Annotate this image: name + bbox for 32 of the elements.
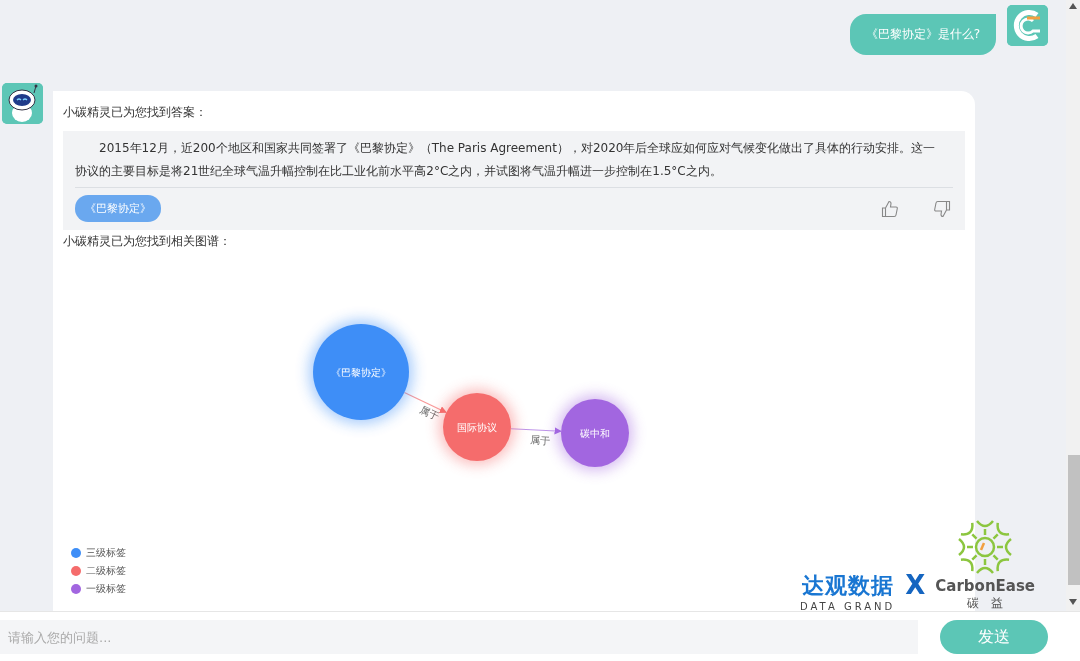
scroll-down-icon[interactable]: [1069, 599, 1077, 605]
partner-logo-subtitle: DATA GRAND: [800, 601, 896, 612]
edge-label: 属于: [529, 434, 551, 447]
brand-logo-subtitle: 碳 益: [967, 595, 1004, 612]
thumbs-up-icon[interactable]: [881, 199, 899, 218]
answer-text: 2015年12月，近200个地区和国家共同签署了《巴黎协定》（The Paris Agreement），对2020年后全球应如何应对气候变化做出了具体的行动安排。这一协议的主要目标是将21世纪全球气温升幅控制在比工业化前水平高2°C之内，并试图将气温升幅进一步控制在1.5°C之内。: [75, 137, 953, 188]
thumbs-down-icon[interactable]: [933, 199, 951, 218]
logo-separator: X: [905, 570, 926, 600]
legend-label[interactable]: 三级标签: [86, 546, 126, 560]
user-avatar: [1007, 5, 1048, 46]
scrollbar-thumb[interactable]: [1068, 455, 1080, 585]
node-label: 《巴黎协定》: [331, 367, 391, 378]
node-label: 国际协议: [457, 422, 497, 433]
robot-avatar: [2, 83, 43, 124]
graph-intro: 小碳精灵已为您找到相关图谱：: [63, 233, 232, 250]
graph-edge: [510, 427, 562, 435]
node-label: 碳中和: [580, 428, 610, 439]
graph-node[interactable]: [439, 389, 515, 465]
scroll-up-icon[interactable]: [1069, 3, 1077, 9]
brand-logo-name: CarbonEase: [935, 577, 1036, 595]
legend-label[interactable]: 一级标签: [86, 582, 126, 596]
graph-node[interactable]: [557, 395, 633, 471]
partner-logo-name: 达观数据: [801, 572, 894, 600]
legend-dot[interactable]: [71, 584, 81, 594]
question-input[interactable]: 请输入您的问题...: [0, 620, 918, 654]
edge-label: 属于: [417, 403, 441, 423]
graph-node[interactable]: [309, 320, 413, 424]
user-message: 《巴黎协定》是什么?: [849, 14, 996, 55]
legend-dot[interactable]: [71, 548, 81, 558]
answer-intro: 小碳精灵已为您找到答案：: [63, 104, 208, 121]
legend-dot[interactable]: [71, 566, 81, 576]
legend-label[interactable]: 二级标签: [86, 564, 126, 578]
